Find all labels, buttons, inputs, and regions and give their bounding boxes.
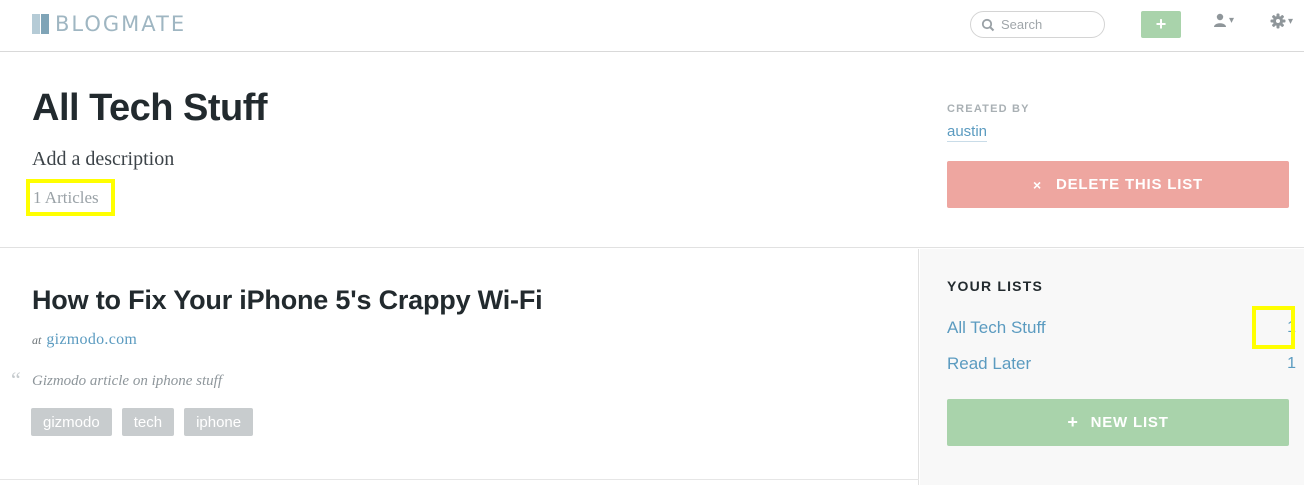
logo-mark-icon xyxy=(32,14,49,34)
source-domain-link[interactable]: gizmodo.com xyxy=(46,331,137,349)
list-header: All Tech Stuff Add a description 1 Artic… xyxy=(0,52,1304,248)
close-icon: × xyxy=(1033,176,1042,193)
tag-list: gizmodo tech iphone xyxy=(31,408,263,436)
add-description-link[interactable]: Add a description xyxy=(32,148,174,171)
list-name: All Tech Stuff xyxy=(947,318,1046,337)
blogmate-logo[interactable]: BLOGMATE xyxy=(32,12,186,36)
chevron-down-icon: ▾ xyxy=(1229,14,1235,26)
add-button[interactable]: + xyxy=(1141,11,1181,38)
tag[interactable]: tech xyxy=(121,408,175,436)
brand-name: BLOGMATE xyxy=(55,12,187,36)
quote-icon: “ xyxy=(11,367,21,392)
new-list-button[interactable]: + NEW LIST xyxy=(947,399,1289,446)
tag[interactable]: gizmodo xyxy=(31,408,112,436)
top-bar: BLOGMATE + ▾ ▾ xyxy=(0,0,1304,52)
list-name: Read Later xyxy=(947,354,1032,373)
gear-icon xyxy=(1270,13,1286,29)
page-title: All Tech Stuff xyxy=(32,87,268,129)
article-count: 1 Articles xyxy=(26,179,115,216)
sidebar: YOUR LISTS All Tech Stuff 1 Read Later 1… xyxy=(920,249,1304,485)
delete-list-label: DELETE THIS LIST xyxy=(1056,176,1203,193)
your-lists-heading: YOUR LISTS xyxy=(947,278,1044,294)
sidebar-item-all-tech-stuff[interactable]: All Tech Stuff 1 xyxy=(947,316,1296,340)
divider xyxy=(0,479,919,480)
user-menu[interactable]: ▾ xyxy=(1213,13,1234,27)
created-by-label: CREATED BY xyxy=(947,103,1030,115)
new-list-label: NEW LIST xyxy=(1090,414,1169,431)
article-source: at gizmodo.com xyxy=(32,331,137,349)
article-note: Gizmodo article on iphone stuff xyxy=(32,373,222,389)
article-title[interactable]: How to Fix Your iPhone 5's Crappy Wi-Fi xyxy=(32,285,543,316)
delete-list-button[interactable]: × DELETE THIS LIST xyxy=(947,161,1289,208)
source-prefix: at xyxy=(32,333,42,347)
search-icon xyxy=(981,18,995,31)
tag[interactable]: iphone xyxy=(184,408,254,436)
author-link[interactable]: austin xyxy=(947,123,988,142)
article-list: How to Fix Your iPhone 5's Crappy Wi-Fi … xyxy=(0,249,919,485)
settings-menu[interactable]: ▾ xyxy=(1270,13,1293,29)
search-box[interactable] xyxy=(970,11,1105,38)
search-input[interactable] xyxy=(1001,17,1091,32)
chevron-down-icon: ▾ xyxy=(1288,15,1294,27)
plus-icon: + xyxy=(1067,412,1079,432)
user-icon xyxy=(1214,13,1226,27)
list-count: 1 xyxy=(1287,355,1296,372)
highlight-box xyxy=(1252,306,1295,349)
sidebar-item-read-later[interactable]: Read Later 1 xyxy=(947,352,1296,376)
